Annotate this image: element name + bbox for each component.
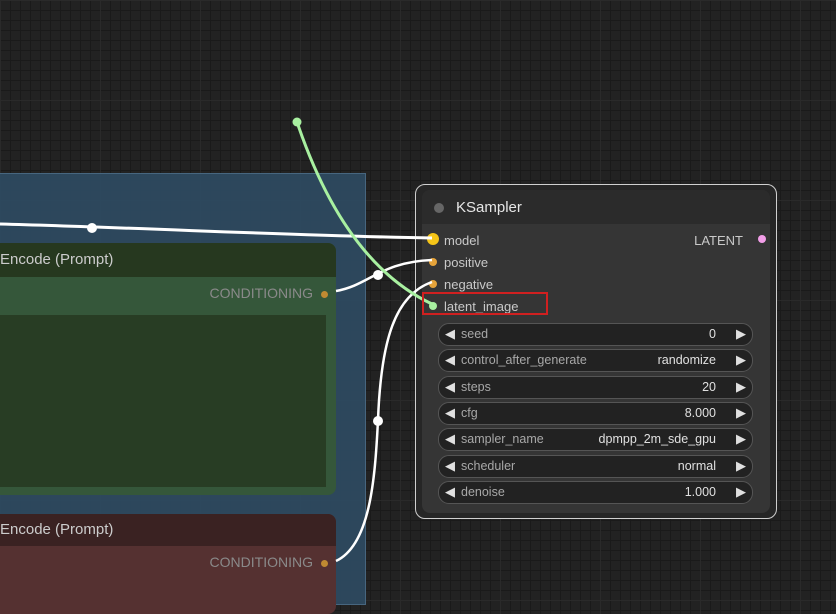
positive-link[interactable] [335,258,433,293]
link-midpoint-handle[interactable] [373,416,383,426]
latent-image-highlight-box [422,292,548,315]
negative-link[interactable] [335,280,433,563]
model-link[interactable] [0,222,433,240]
link-midpoint-handle[interactable] [373,270,383,280]
link-midpoint-handle[interactable] [87,223,97,233]
latent-image-link[interactable] [295,121,433,306]
link-wires [0,117,433,563]
latent-link-endpoint[interactable] [292,117,302,127]
